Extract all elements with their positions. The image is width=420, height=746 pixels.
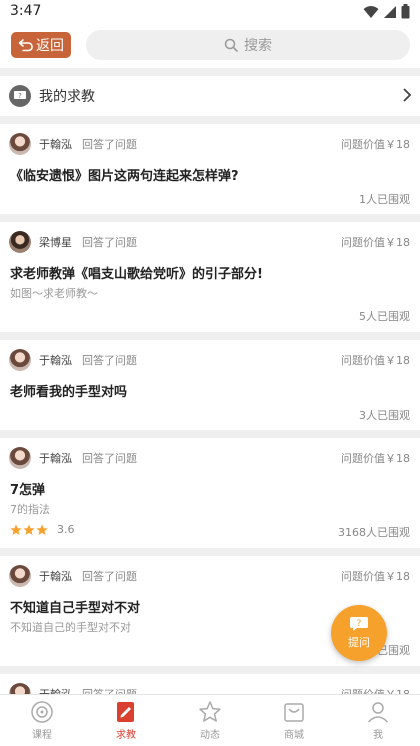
battery-icon: [401, 4, 410, 19]
question-subtitle: 不知道自己的手型对不对: [10, 621, 131, 634]
rating-score: 3.6: [57, 523, 75, 536]
card-header: 梁博星 回答了问题 问题价值￥18: [9, 231, 410, 253]
question-price: 问题价值￥18: [341, 354, 410, 367]
ask-question-label: 提问: [348, 636, 370, 649]
question-box-icon: ?: [350, 617, 368, 631]
question-price: 问题价值￥18: [341, 452, 410, 465]
question-box-icon: ?: [9, 85, 31, 107]
search-icon: [224, 38, 238, 52]
my-questions-label: 我的求教: [39, 89, 95, 105]
svg-text:?: ?: [18, 92, 22, 100]
wifi-icon: [363, 5, 379, 18]
question-price: 问题价值￥18: [341, 138, 410, 151]
answer-action: 回答了问题: [82, 570, 137, 583]
shop-icon: [284, 703, 304, 722]
avatar[interactable]: [9, 349, 31, 371]
avatar[interactable]: [9, 565, 31, 587]
answer-action: 回答了问题: [82, 236, 137, 249]
top-bar: 返回 搜索: [0, 24, 420, 68]
back-arrow-icon: [18, 39, 33, 52]
question-card[interactable]: 于翰泓 回答了问题 问题价值￥18 7怎弹 7的指法 3.6 3168人已围观: [0, 438, 420, 548]
star-icon: [199, 701, 221, 722]
star-icon: [10, 524, 22, 535]
question-price: 问题价值￥18: [341, 686, 410, 694]
tab-ask-label: 求教: [116, 730, 136, 741]
question-card[interactable]: 于翰泓 回答了问题 问题价值￥18 《临安遗恨》图片这两句连起来怎样弹? 1人已…: [0, 124, 420, 214]
tab-course[interactable]: 课程: [0, 695, 84, 746]
search-input[interactable]: 搜索: [86, 30, 410, 60]
answer-action: 回答了问题: [82, 686, 137, 694]
question-title: 7怎弹: [10, 483, 46, 498]
tab-shop[interactable]: 商城: [252, 695, 336, 746]
answer-action: 回答了问题: [82, 354, 137, 367]
view-count: 5人已围观: [359, 310, 410, 323]
answerer-name[interactable]: 于翰泓: [39, 568, 72, 584]
view-count: 3人已围观: [359, 409, 410, 422]
back-button-label: 返回: [36, 38, 64, 54]
star-icon: [23, 524, 35, 535]
star-icon: [36, 524, 48, 535]
my-questions-row[interactable]: ? 我的求教: [0, 76, 420, 116]
avatar[interactable]: [9, 447, 31, 469]
avatar[interactable]: [9, 133, 31, 155]
card-header: 于翰泓 回答了问题 问题价值￥18: [9, 133, 410, 155]
tab-feed-label: 动态: [200, 730, 220, 741]
ask-question-button[interactable]: ? 提问: [331, 605, 387, 661]
question-price: 问题价值￥18: [341, 570, 410, 583]
signal-icon: [384, 5, 396, 18]
question-title: 求老师教弹《唱支山歌给党听》的引子部分!: [10, 267, 263, 282]
answerer-name[interactable]: 于翰泓: [39, 686, 72, 694]
tab-me[interactable]: 我: [336, 695, 420, 746]
question-title: 不知道自己手型对不对: [10, 601, 141, 616]
system-icons: [363, 4, 410, 19]
question-card[interactable]: 于翰泓 回答了问题 问题价值￥18 老师看我的手型对吗 3人已围观: [0, 340, 420, 430]
svg-text:?: ?: [357, 619, 362, 629]
tab-course-label: 课程: [32, 730, 52, 741]
question-subtitle: 如图～求老师教～: [10, 287, 98, 300]
question-title: 老师看我的手型对吗: [10, 385, 128, 400]
question-price: 问题价值￥18: [341, 236, 410, 249]
tab-shop-label: 商城: [284, 730, 304, 741]
question-title: 《临安遗恨》图片这两句连起来怎样弹?: [10, 169, 239, 184]
answer-action: 回答了问题: [82, 138, 137, 151]
answerer-name[interactable]: 于翰泓: [39, 352, 72, 368]
answer-action: 回答了问题: [82, 452, 137, 465]
question-subtitle: 7的指法: [10, 503, 50, 516]
avatar[interactable]: [9, 231, 31, 253]
answerer-name[interactable]: 于翰泓: [39, 136, 72, 152]
course-icon: [31, 701, 53, 723]
card-header: 于翰泓 回答了问题 问题价值￥18: [9, 683, 410, 694]
view-count: 3168人已围观: [338, 526, 410, 539]
rating: 3.6: [10, 523, 75, 536]
card-header: 于翰泓 回答了问题 问题价值￥18: [9, 349, 410, 371]
chevron-right-icon: [403, 88, 412, 102]
question-card[interactable]: 于翰泓 回答了问题 问题价值￥18: [0, 674, 420, 694]
tab-ask[interactable]: 求教: [84, 695, 168, 746]
status-bar: 3:47: [0, 0, 420, 24]
answerer-name[interactable]: 梁博星: [39, 234, 72, 250]
clock: 3:47: [10, 3, 42, 19]
user-icon: [367, 702, 389, 723]
search-placeholder: 搜索: [244, 38, 272, 54]
tab-me-label: 我: [373, 730, 383, 741]
ask-icon: [117, 702, 134, 722]
question-card[interactable]: 梁博星 回答了问题 问题价值￥18 求老师教弹《唱支山歌给党听》的引子部分! 如…: [0, 222, 420, 332]
bottom-tab-bar: 课程 求教 动态 商城 我: [0, 694, 420, 746]
back-button[interactable]: 返回: [11, 32, 71, 58]
answerer-name[interactable]: 于翰泓: [39, 450, 72, 466]
view-count: 1人已围观: [359, 193, 410, 206]
avatar[interactable]: [9, 683, 31, 694]
card-header: 于翰泓 回答了问题 问题价值￥18: [9, 447, 410, 469]
tab-feed[interactable]: 动态: [168, 695, 252, 746]
card-header: 于翰泓 回答了问题 问题价值￥18: [9, 565, 410, 587]
